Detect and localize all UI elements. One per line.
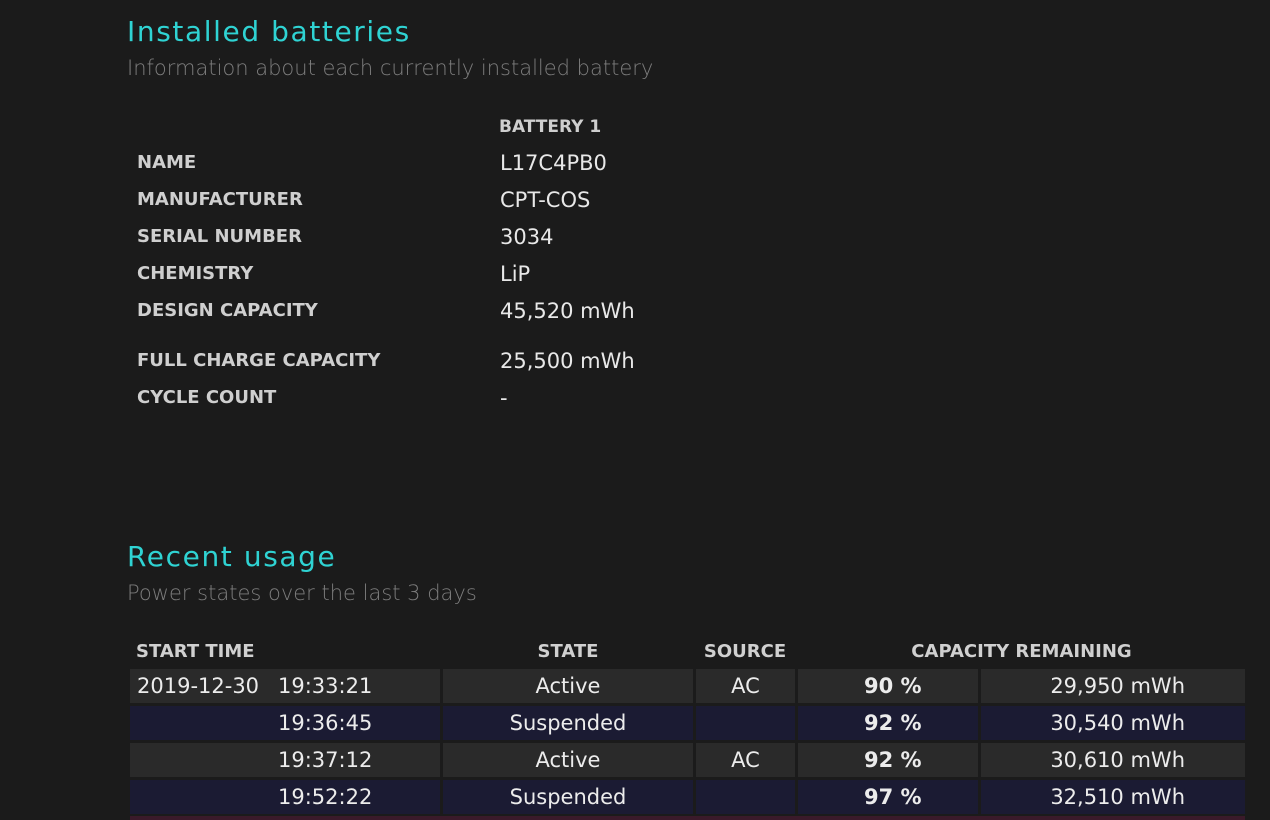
battery-row-cycle-count: CYCLE COUNT - bbox=[137, 383, 837, 413]
source-header: SOURCE bbox=[703, 641, 787, 662]
start-time-cell: 2019-12-30 19:33:21 bbox=[130, 669, 440, 703]
start-time-header: START TIME bbox=[136, 641, 255, 662]
capacity-percent-cell: 92 % bbox=[798, 706, 978, 740]
source-cell: AC bbox=[696, 669, 795, 703]
recent-usage-subtitle: Power states over the last 3 days bbox=[127, 581, 477, 605]
capacity-mwh-cell: 30,610 mWh bbox=[981, 743, 1245, 777]
capacity-percent-cell: 92 % bbox=[798, 743, 978, 777]
state-cell: Suspended bbox=[443, 706, 693, 740]
capacity-mwh-cell: 29,950 mWh bbox=[981, 669, 1245, 703]
start-time: 19:36:45 bbox=[278, 711, 373, 735]
state-cell: Active bbox=[443, 669, 693, 703]
state-header: STATE bbox=[537, 641, 599, 662]
table-row-partial bbox=[130, 816, 1245, 820]
battery-value: 25,500 mWh bbox=[500, 349, 635, 373]
capacity-remaining-header: CAPACITY REMAINING bbox=[911, 641, 1132, 662]
battery-label: CHEMISTRY bbox=[137, 263, 254, 284]
battery-label: MANUFACTURER bbox=[137, 189, 303, 210]
table-row: 2019-12-30 19:33:21 Active AC 90 % 29,950… bbox=[130, 669, 1245, 703]
battery-row-name: NAME L17C4PB0 bbox=[137, 148, 837, 178]
battery-row-full-charge-capacity: FULL CHARGE CAPACITY 25,500 mWh bbox=[137, 346, 837, 376]
battery-row-chemistry: CHEMISTRY LiP bbox=[137, 259, 837, 289]
capacity-percent-cell: 90 % bbox=[798, 669, 978, 703]
battery-value: - bbox=[500, 386, 508, 410]
battery-label: NAME bbox=[137, 152, 197, 173]
start-time-cell: 19:52:22 bbox=[130, 780, 440, 814]
source-cell bbox=[696, 706, 795, 740]
capacity-mwh-cell: 32,510 mWh bbox=[981, 780, 1245, 814]
state-cell: Suspended bbox=[443, 780, 693, 814]
battery-value: CPT-COS bbox=[500, 188, 591, 212]
battery-label: DESIGN CAPACITY bbox=[137, 300, 318, 321]
battery-label: FULL CHARGE CAPACITY bbox=[137, 350, 381, 371]
installed-batteries-subtitle: Information about each currently install… bbox=[127, 56, 654, 80]
battery-label: CYCLE COUNT bbox=[137, 387, 277, 408]
battery-value: 3034 bbox=[500, 225, 554, 249]
table-row: 19:52:22 Suspended 97 % 32,510 mWh bbox=[130, 780, 1245, 814]
capacity-percent-cell: 97 % bbox=[798, 780, 978, 814]
recent-usage-title: Recent usage bbox=[127, 540, 337, 573]
source-cell: AC bbox=[696, 743, 795, 777]
battery-row-manufacturer: MANUFACTURER CPT-COS bbox=[137, 185, 837, 215]
battery-column-header: BATTERY 1 bbox=[499, 117, 602, 137]
battery-row-design-capacity: DESIGN CAPACITY 45,520 mWh bbox=[137, 296, 837, 326]
installed-batteries-title: Installed batteries bbox=[127, 15, 411, 48]
capacity-mwh-cell: 30,540 mWh bbox=[981, 706, 1245, 740]
battery-value: LiP bbox=[500, 262, 531, 286]
start-time-cell: 19:37:12 bbox=[130, 743, 440, 777]
state-cell: Active bbox=[443, 743, 693, 777]
table-row: 19:36:45 Suspended 92 % 30,540 mWh bbox=[130, 706, 1245, 740]
start-time: 19:52:22 bbox=[278, 785, 373, 809]
start-time-cell: 19:36:45 bbox=[130, 706, 440, 740]
table-row: 19:37:12 Active AC 92 % 30,610 mWh bbox=[130, 743, 1245, 777]
start-time: 19:37:12 bbox=[278, 748, 373, 772]
battery-value: 45,520 mWh bbox=[500, 299, 635, 323]
battery-row-serial-number: SERIAL NUMBER 3034 bbox=[137, 222, 837, 252]
battery-value: L17C4PB0 bbox=[500, 151, 607, 175]
start-time: 19:33:21 bbox=[278, 674, 373, 698]
start-date: 2019-12-30 bbox=[137, 674, 260, 698]
source-cell bbox=[696, 780, 795, 814]
battery-label: SERIAL NUMBER bbox=[137, 226, 302, 247]
